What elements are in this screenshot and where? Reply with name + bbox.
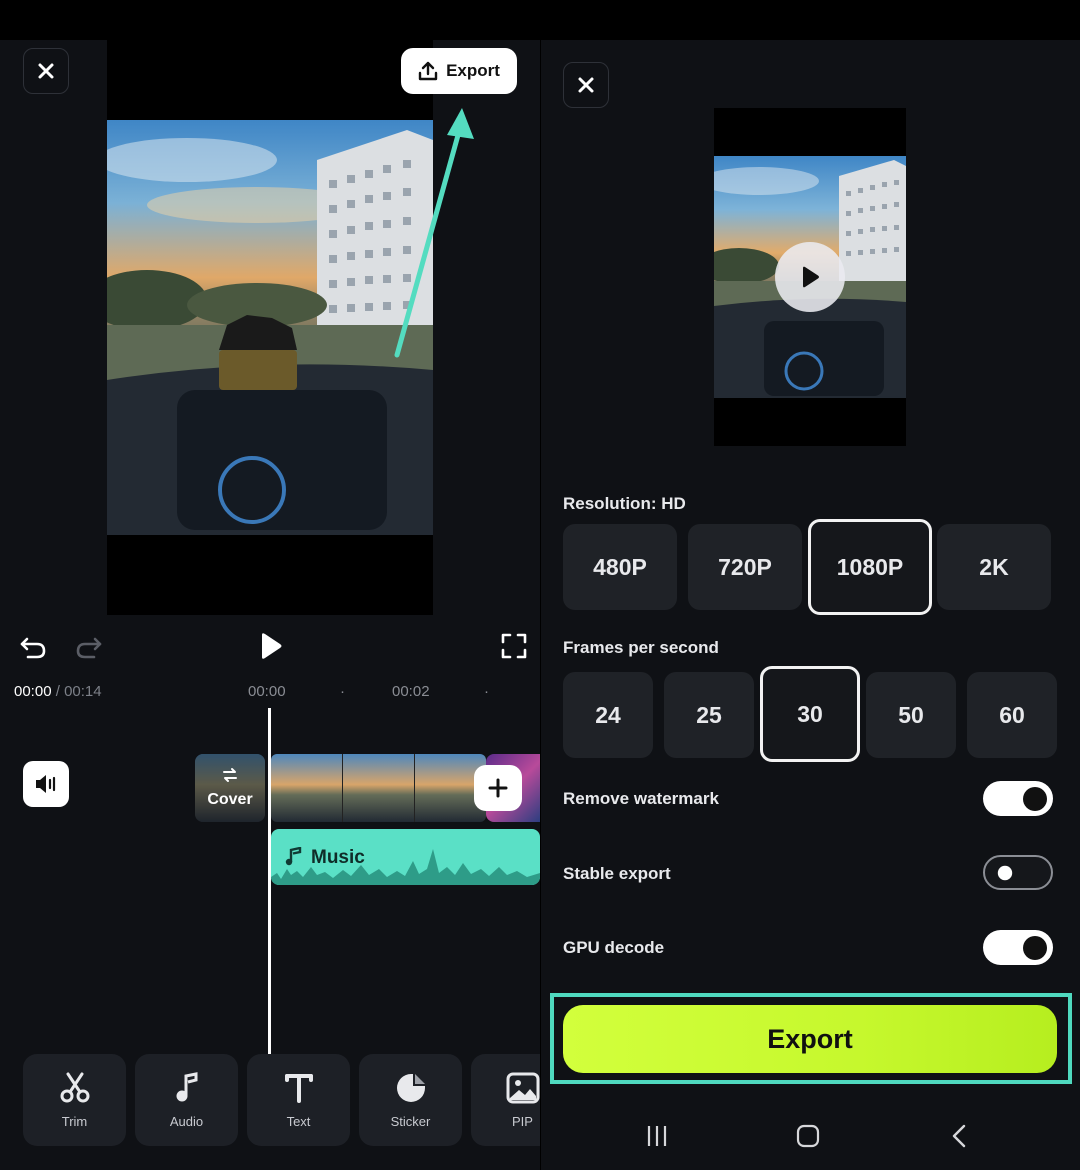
recent-apps-icon[interactable] <box>645 1124 669 1148</box>
toggle-knob <box>1023 935 1047 960</box>
add-clip-button[interactable] <box>474 765 522 811</box>
resolution-option-1080p[interactable]: 1080P <box>808 519 932 615</box>
tool-label: Sticker <box>390 1113 431 1129</box>
redo-icon[interactable] <box>74 631 104 661</box>
fps-option-50[interactable]: 50 <box>866 672 956 758</box>
close-icon <box>38 63 54 79</box>
toggle-knob <box>1023 786 1047 811</box>
tool-label: Text <box>286 1113 311 1129</box>
ruler-mark: 00:02 <box>392 683 430 700</box>
text-icon <box>284 1073 313 1103</box>
export-confirm-button[interactable]: Export <box>563 1005 1057 1073</box>
fps-option-60[interactable]: 60 <box>967 672 1057 758</box>
total-time: 00:14 <box>64 683 102 700</box>
ruler-dot: · <box>484 683 489 700</box>
tool-pip[interactable]: PIP <box>471 1054 540 1146</box>
ruler-dot: · <box>340 683 345 700</box>
undo-icon[interactable] <box>18 631 48 661</box>
mute-clip-button[interactable] <box>23 761 69 807</box>
time-display: 00:00 / 00:14 <box>14 683 102 700</box>
sticker-icon <box>396 1073 425 1102</box>
stable-export-toggle[interactable] <box>983 855 1053 890</box>
resolution-label: Resolution: HD <box>563 494 686 513</box>
stable-export-label: Stable export <box>563 864 671 883</box>
playback-controls <box>0 625 540 673</box>
back-icon[interactable] <box>949 1124 969 1148</box>
fullscreen-icon[interactable] <box>500 632 528 660</box>
play-icon <box>803 266 819 288</box>
close-icon <box>578 77 594 93</box>
fps-option-25[interactable]: 25 <box>664 672 754 758</box>
upload-icon <box>418 61 438 81</box>
system-nav-bar <box>541 1100 1080 1170</box>
clip-thumbnail <box>342 754 414 822</box>
toggle-knob <box>997 865 1013 880</box>
music-note-icon <box>176 1071 197 1101</box>
video-clip[interactable] <box>271 754 486 822</box>
scissors-icon <box>60 1072 89 1102</box>
gpu-decode-label: GPU decode <box>563 938 665 957</box>
tool-label: Trim <box>61 1113 88 1129</box>
remove-watermark-label: Remove watermark <box>563 789 719 808</box>
tool-trim[interactable]: Trim <box>23 1054 126 1146</box>
close-button[interactable] <box>563 62 609 108</box>
video-preview[interactable] <box>107 120 433 535</box>
tool-label: PIP <box>512 1113 533 1129</box>
resolution-option-2k[interactable]: 2K <box>937 524 1051 610</box>
resolution-option-720p[interactable]: 720P <box>688 524 802 610</box>
fps-option-24[interactable]: 24 <box>563 672 653 758</box>
speaker-icon <box>36 775 56 793</box>
playhead[interactable] <box>268 708 271 1054</box>
home-icon[interactable] <box>796 1124 820 1148</box>
close-button[interactable] <box>23 48 69 94</box>
export-button-label: Export <box>446 61 500 80</box>
fps-option-30[interactable]: 30 <box>760 666 860 762</box>
preview-play-button[interactable] <box>775 242 845 312</box>
cover-label: Cover <box>207 791 253 808</box>
ruler-mark: 00:00 <box>248 683 286 700</box>
music-note-icon <box>285 847 302 866</box>
plus-icon <box>488 778 508 798</box>
current-time: 00:00 <box>14 683 52 700</box>
tool-label: Audio <box>169 1113 204 1129</box>
swap-icon <box>223 768 237 782</box>
remove-watermark-toggle[interactable] <box>983 781 1053 816</box>
tool-text[interactable]: Text <box>247 1054 350 1146</box>
editor-screen: Export 00:00 / 00:14 00:00 · 00:02 · Cov… <box>0 40 540 1170</box>
clip-thumbnail <box>271 754 342 822</box>
music-label: Music <box>311 847 365 868</box>
export-settings-screen: Resolution: HD 480P 720P 1080P 2K Frames… <box>541 40 1080 1170</box>
fps-label: Frames per second <box>563 638 719 657</box>
timeline-header: 00:00 / 00:14 00:00 · 00:02 · <box>0 675 540 709</box>
play-icon[interactable] <box>256 631 284 661</box>
tool-sticker[interactable]: Sticker <box>359 1054 462 1146</box>
music-track[interactable]: Music <box>271 829 540 885</box>
tool-audio[interactable]: Audio <box>135 1054 238 1146</box>
export-button[interactable]: Export <box>401 48 517 94</box>
resolution-option-480p[interactable]: 480P <box>563 524 677 610</box>
image-icon <box>506 1072 539 1103</box>
editor-toolbar: Trim Audio Text Sticker PIP <box>0 1054 540 1148</box>
cover-button[interactable]: Cover <box>195 754 265 822</box>
gpu-decode-toggle[interactable] <box>983 930 1053 965</box>
